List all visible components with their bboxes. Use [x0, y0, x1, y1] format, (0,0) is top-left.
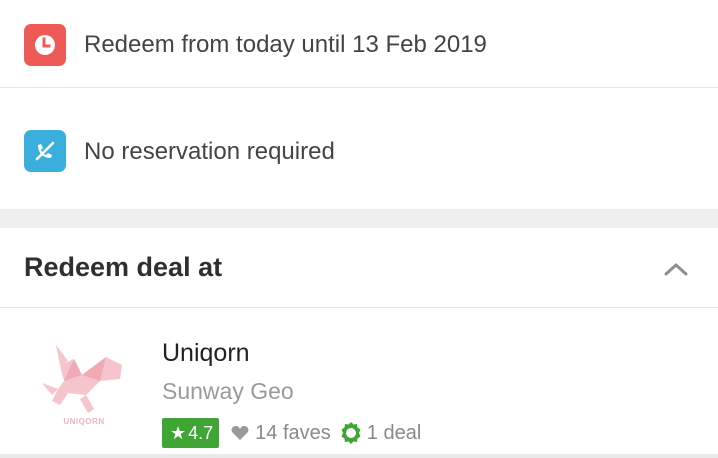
- merchant-meta: ★ 4.7 14 faves 1 deal: [162, 418, 421, 448]
- logo-wordmark: UNIQORN: [63, 417, 105, 426]
- reservation-text: No reservation required: [84, 138, 335, 165]
- merchant-location: Sunway Geo: [162, 378, 294, 404]
- reservation-row: No reservation required: [0, 89, 718, 209]
- deals-label: 1 deal: [366, 421, 422, 444]
- heart-icon: [231, 426, 249, 440]
- section-title: Redeem deal at: [24, 252, 223, 282]
- no-phone-icon: [24, 130, 66, 172]
- validity-text: Redeem from today until 13 Feb 2019: [84, 31, 487, 58]
- faves-label: 14 faves: [255, 421, 331, 444]
- chevron-up-icon: [664, 263, 688, 276]
- rating-value: 4.7: [188, 422, 214, 443]
- section-divider: [0, 209, 718, 228]
- faves-count: 14 faves: [231, 422, 331, 445]
- merchant-name[interactable]: Uniqorn: [162, 339, 250, 368]
- merchant-logo: UNIQORN: [34, 335, 134, 435]
- collapse-button[interactable]: [656, 254, 696, 284]
- validity-row: Redeem from today until 13 Feb 2019: [0, 0, 718, 88]
- clock-icon: [24, 24, 66, 66]
- star-icon: ★: [170, 422, 187, 443]
- bottom-divider: [0, 454, 718, 458]
- deals-count: 1 deal: [339, 421, 422, 445]
- deal-badge-icon: [341, 422, 361, 444]
- rating-badge: ★ 4.7: [162, 418, 220, 448]
